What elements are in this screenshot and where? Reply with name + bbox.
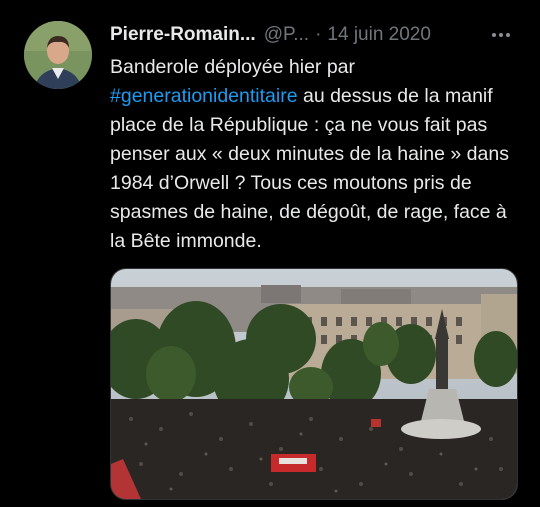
- separator-dot: ·: [315, 24, 322, 45]
- hashtag-link[interactable]: #generationidentitaire: [110, 85, 298, 107]
- more-horizontal-icon[interactable]: [486, 22, 516, 48]
- tweet-text-line1: Banderole déployée hier par: [110, 56, 356, 78]
- tweet[interactable]: Pierre-Romain... @P... · 14 juin 2020 Ba…: [0, 0, 540, 507]
- tweet-date[interactable]: 14 juin 2020: [327, 24, 431, 46]
- author-handle[interactable]: @P...: [264, 24, 309, 46]
- tweet-text-rest: au dessus de la manif place de la Républ…: [110, 85, 509, 252]
- avatar[interactable]: [24, 21, 92, 89]
- author-name[interactable]: Pierre-Romain...: [110, 24, 256, 46]
- tweet-text: Banderole déployée hier par #generationid…: [110, 53, 520, 256]
- tweet-media-image[interactable]: [110, 268, 518, 500]
- tweet-header: Pierre-Romain... @P... · 14 juin 2020: [110, 22, 516, 48]
